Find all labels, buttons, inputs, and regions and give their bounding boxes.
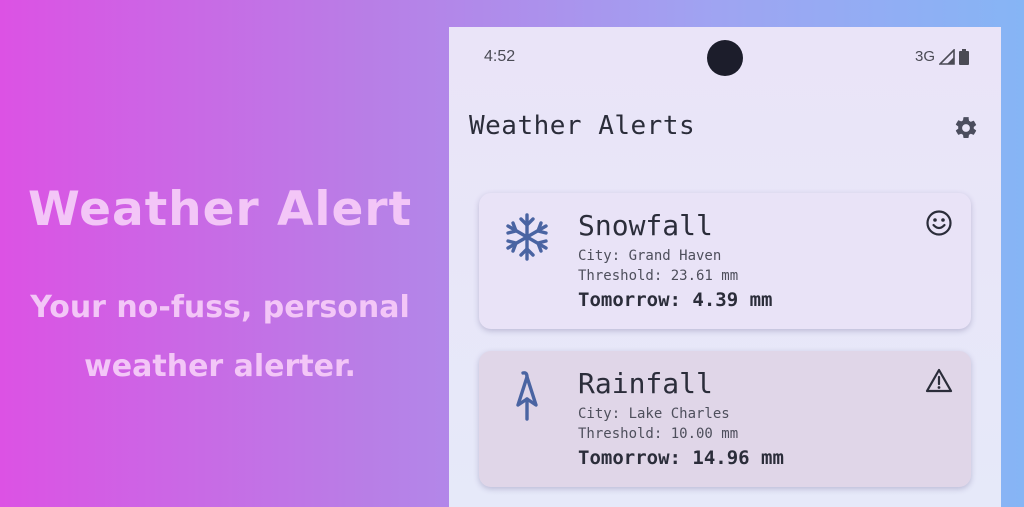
battery-icon <box>959 48 969 65</box>
alert-city: City: Lake Charles <box>578 406 730 422</box>
promo-subtitle-line-2: weather alerter. <box>84 349 356 384</box>
alert-tomorrow: Tomorrow: 4.39 mm <box>578 289 773 311</box>
alert-threshold: Threshold: 23.61 mm <box>578 268 739 284</box>
alert-title: Snowfall <box>578 209 713 242</box>
status-indicators: 3G <box>915 48 969 65</box>
signal-icon <box>939 48 955 65</box>
promo-subtitle: Your no-fuss, personal weather alerter. <box>20 278 420 396</box>
alert-threshold: Threshold: 10.00 mm <box>578 426 739 442</box>
gear-icon[interactable] <box>953 115 979 141</box>
promo-subtitle-line-1: Your no-fuss, personal <box>30 290 410 325</box>
umbrella-icon <box>516 371 538 421</box>
app-title: Weather Alerts <box>469 111 696 141</box>
alert-city: City: Grand Haven <box>578 248 722 264</box>
warning-icon <box>925 368 953 393</box>
alert-title: Rainfall <box>578 367 713 400</box>
promo-title: Weather Alert <box>27 182 413 237</box>
alert-card[interactable]: Snowfall City: Grand Haven Threshold: 23… <box>479 193 971 329</box>
status-time: 4:52 <box>484 48 516 65</box>
alert-tomorrow: Tomorrow: 14.96 mm <box>578 447 784 469</box>
alert-card[interactable]: Rainfall City: Lake Charles Threshold: 1… <box>479 351 971 487</box>
network-label: 3G <box>914 48 935 65</box>
smiley-icon <box>926 210 952 236</box>
phone-screen: 4:52 3G Weather Alerts Snowfall City: Gr… <box>449 27 1001 507</box>
camera-cutout <box>707 40 743 76</box>
snowflake-icon <box>506 213 548 261</box>
